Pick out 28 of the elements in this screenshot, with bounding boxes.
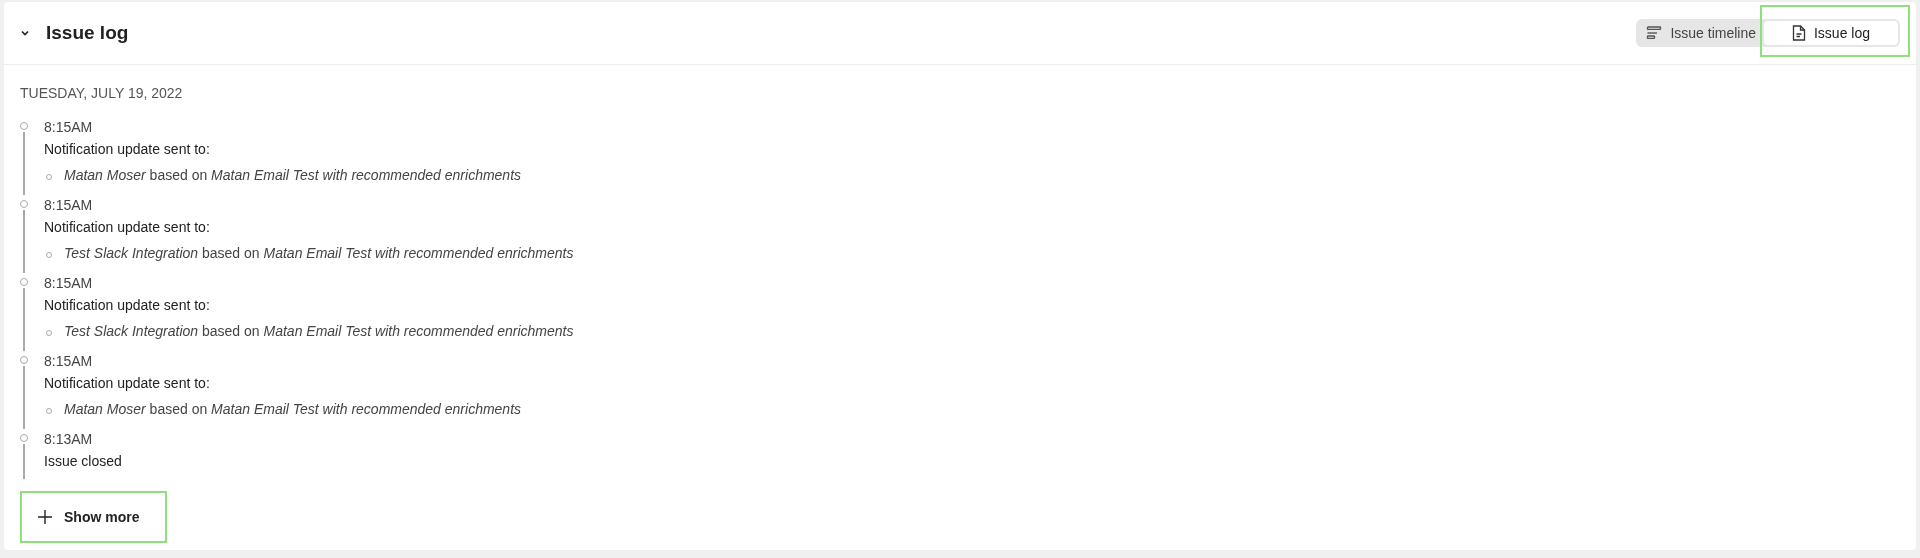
entry-text: Notification update sent to: — [44, 218, 211, 237]
entry-text: Notification update sent to: — [44, 374, 211, 393]
recipient-text: Matan Moser based on Matan Email Test with recommended enrichments — [64, 167, 522, 183]
panel-title: Issue log — [46, 22, 129, 44]
bars-icon — [1646, 25, 1663, 41]
timeline-line — [23, 288, 25, 351]
plus-icon — [38, 510, 52, 524]
timeline-line — [23, 132, 25, 195]
timeline-line — [23, 366, 25, 429]
recipient-text: Test Slack Integration based on Matan Email Test with recommended enrichments — [64, 245, 574, 261]
entry-time: 8:15AM — [44, 118, 94, 137]
entry-time: 8:13AM — [44, 430, 94, 449]
recipient-text: Matan Moser based on Matan Email Test with recommended enrichments — [64, 401, 522, 417]
date-heading: TUESDAY, JULY 19, 2022 — [20, 85, 184, 101]
show-more-button[interactable]: Show more — [20, 491, 168, 543]
timeline-line — [23, 210, 25, 273]
entry-text: Issue closed — [44, 452, 122, 471]
recipient-text: Test Slack Integration based on Matan Email Test with recommended enrichments — [64, 323, 574, 339]
entry-time: 8:15AM — [44, 352, 94, 371]
entry-text: Notification update sent to: — [44, 140, 211, 159]
timeline-line — [23, 444, 25, 479]
view-tab[interactable]: Issue timeline — [1638, 21, 1764, 45]
entry-text: Notification update sent to: — [44, 296, 211, 315]
entry-time: 8:15AM — [44, 196, 94, 215]
document-icon — [1791, 25, 1806, 41]
view-tab[interactable]: Issue log — [1764, 21, 1898, 45]
chevron-icon[interactable] — [20, 28, 30, 38]
entry-time: 8:15AM — [44, 274, 94, 293]
